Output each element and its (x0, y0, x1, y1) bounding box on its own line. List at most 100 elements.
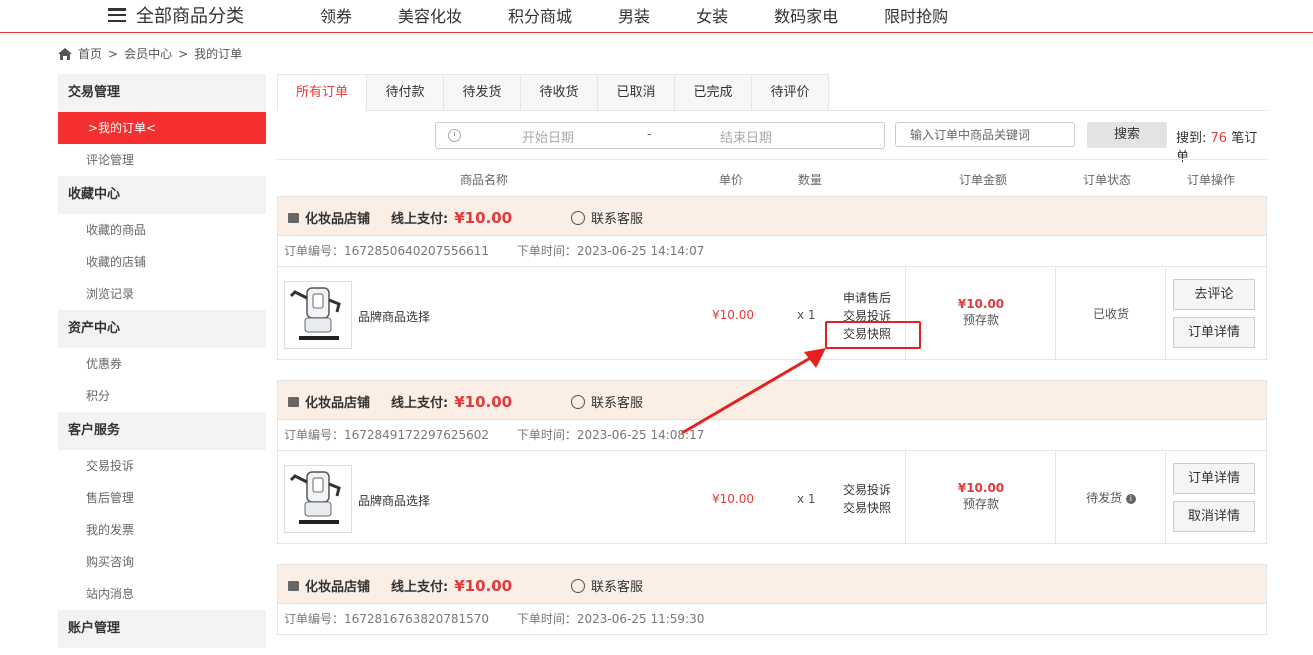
nav-links: 领券 美容化妆 积分商城 男装 女装 数码家电 限时抢购 (320, 3, 994, 27)
order-meta: 订单编号：1672816763820781570 下单时间：2023-06-25… (278, 604, 1266, 635)
order-item-actions: 交易投诉 交易快照 (843, 481, 891, 517)
order-body: 品牌商品选择 ¥10.00 x 1 申请售后 交易投诉 交易快照 ¥10.00 … (278, 267, 1266, 359)
payment-amount: ¥10.00 (454, 393, 513, 411)
sidebar-item-inquiries[interactable]: 购买咨询 (58, 546, 266, 578)
tab-completed[interactable]: 已完成 (674, 74, 751, 111)
order-amount: ¥10.00 预存款 (906, 297, 1056, 328)
shop-name[interactable]: 化妆品店铺 (288, 576, 370, 595)
product-name-link[interactable]: 品牌商品选择 (358, 308, 430, 325)
contact-service-label: 联系客服 (591, 396, 644, 411)
column-divider (1165, 267, 1166, 359)
breadcrumb-my-orders: 我的订单 (194, 47, 243, 61)
order-time: 下单时间：2023-06-25 14:08:17 (516, 428, 705, 442)
order-buttons: 去评论 订单详情 (1173, 279, 1255, 355)
robot-product-image (289, 287, 341, 340)
annotation-highlight-box (825, 321, 921, 349)
nav-link-womenswear[interactable]: 女装 (696, 3, 728, 27)
sidebar-item-my-orders[interactable]: >我的订单< (58, 112, 266, 144)
shop-name[interactable]: 化妆品店铺 (288, 392, 370, 411)
order-details-button[interactable]: 订单详情 (1173, 317, 1255, 348)
order-amount-value: ¥10.00 (957, 481, 1005, 495)
orders-panel: 所有订单 待付款 待发货 待收货 已取消 已完成 待评价 开始日期 - 结束日期… (277, 74, 1267, 655)
date-range-picker[interactable]: 开始日期 - 结束日期 (435, 122, 885, 149)
nav-link-points-mall[interactable]: 积分商城 (508, 3, 572, 27)
sidebar-item-fav-products[interactable]: 收藏的商品 (58, 214, 266, 246)
breadcrumb: 首页 > 会员中心 > 我的订单 (58, 45, 242, 62)
unit-price: ¥10.00 (712, 308, 754, 322)
contact-service-link[interactable]: 联系客服 (571, 576, 643, 595)
tab-all-orders[interactable]: 所有订单 (277, 74, 366, 111)
shop-label: 化妆品店铺 (305, 580, 371, 595)
order-status-label: 待发货 (1086, 491, 1123, 505)
nav-link-beauty[interactable]: 美容化妆 (398, 3, 462, 27)
tab-pending-payment[interactable]: 待付款 (366, 74, 443, 111)
nav-link-digital[interactable]: 数码家电 (774, 3, 838, 27)
search-button[interactable]: 搜索 (1087, 122, 1167, 148)
col-order-status: 订单状态 (1083, 173, 1132, 187)
sidebar-item-after-sales[interactable]: 售后管理 (58, 482, 266, 514)
col-order-amount: 订单金额 (959, 173, 1008, 187)
order-number: 订单编号：1672850640207556611 (284, 244, 490, 258)
end-date-field[interactable]: 结束日期 (720, 127, 772, 146)
shop-icon (288, 580, 299, 591)
shop-icon (288, 396, 299, 407)
tab-pending-receipt[interactable]: 待收货 (520, 74, 597, 111)
nav-link-menswear[interactable]: 男装 (618, 3, 650, 27)
nav-link-coupons[interactable]: 领券 (320, 3, 352, 27)
tab-pending-review[interactable]: 待评价 (751, 74, 829, 111)
contact-service-link[interactable]: 联系客服 (571, 392, 643, 411)
order-card: 化妆品店铺 线上支付: ¥10.00 联系客服 订单编号：167285064020… (277, 196, 1267, 360)
tab-cancelled[interactable]: 已取消 (597, 74, 674, 111)
quantity: x 1 (797, 492, 816, 506)
customer-service-icon (571, 394, 585, 409)
breadcrumb-separator: > (178, 46, 189, 61)
order-amount-value: ¥10.00 (957, 297, 1005, 311)
sidebar-item-messages[interactable]: 站内消息 (58, 578, 266, 610)
product-thumbnail[interactable] (284, 281, 352, 349)
contact-service-label: 联系客服 (591, 212, 644, 227)
shop-name[interactable]: 化妆品店铺 (288, 208, 370, 227)
order-buttons: 订单详情 取消详情 (1173, 463, 1255, 539)
clock-icon (448, 129, 461, 142)
unit-price: ¥10.00 (712, 492, 754, 506)
keyword-search-input[interactable]: 输入订单中商品关键词 (895, 122, 1075, 147)
product-thumbnail[interactable] (284, 465, 352, 533)
order-amount-note: 预存款 (962, 497, 999, 511)
sidebar: 交易管理 >我的订单< 评论管理 收藏中心 收藏的商品 收藏的店铺 浏览记录 资… (58, 74, 266, 648)
all-categories-label: 全部商品分类 (136, 6, 244, 27)
nav-link-flash-sale[interactable]: 限时抢购 (884, 3, 948, 27)
tab-pending-shipment[interactable]: 待发货 (443, 74, 520, 111)
order-status: 待发货 i (1056, 489, 1166, 506)
order-tabs: 所有订单 待付款 待发货 待收货 已取消 已完成 待评价 (277, 74, 1267, 111)
col-unit-price: 单价 (719, 173, 744, 187)
cancel-details-button[interactable]: 取消详情 (1173, 501, 1255, 532)
sidebar-item-reviews[interactable]: 评论管理 (58, 144, 266, 176)
sidebar-group-service: 客户服务 (58, 412, 266, 450)
shop-icon (288, 212, 299, 223)
breadcrumb-home[interactable]: 首页 (78, 45, 102, 62)
sidebar-item-complaints[interactable]: 交易投诉 (58, 450, 266, 482)
order-details-button[interactable]: 订单详情 (1173, 463, 1255, 494)
sidebar-item-fav-shops[interactable]: 收藏的店铺 (58, 246, 266, 278)
order-column-headers: 商品名称 单价 数量 订单金额 订单状态 订单操作 (277, 159, 1267, 196)
contact-service-link[interactable]: 联系客服 (571, 208, 643, 227)
start-date-field[interactable]: 开始日期 (522, 127, 574, 146)
order-filters: 开始日期 - 结束日期 输入订单中商品关键词 搜索 搜到: 76 笔订单 (277, 111, 1267, 165)
product-name-link[interactable]: 品牌商品选择 (358, 492, 430, 509)
hamburger-icon (108, 8, 126, 22)
trade-complaint-link[interactable]: 交易投诉 (843, 481, 891, 499)
customer-service-icon (571, 578, 585, 593)
apply-after-sales-link[interactable]: 申请售后 (843, 289, 891, 307)
top-navigation: 全部商品分类 领券 美容化妆 积分商城 男装 女装 数码家电 限时抢购 (0, 0, 1313, 33)
sidebar-item-history[interactable]: 浏览记录 (58, 278, 266, 310)
write-review-button[interactable]: 去评论 (1173, 279, 1255, 310)
date-range-dash: - (647, 127, 652, 142)
sidebar-item-points[interactable]: 积分 (58, 380, 266, 412)
payment-label: 线上支付: (391, 580, 449, 595)
sidebar-item-coupons[interactable]: 优惠券 (58, 348, 266, 380)
trade-snapshot-link[interactable]: 交易快照 (843, 499, 891, 517)
breadcrumb-member-center[interactable]: 会员中心 (124, 45, 172, 62)
all-categories-menu[interactable]: 全部商品分类 (108, 1, 244, 29)
sidebar-item-invoices[interactable]: 我的发票 (58, 514, 266, 546)
info-icon[interactable]: i (1125, 493, 1136, 504)
